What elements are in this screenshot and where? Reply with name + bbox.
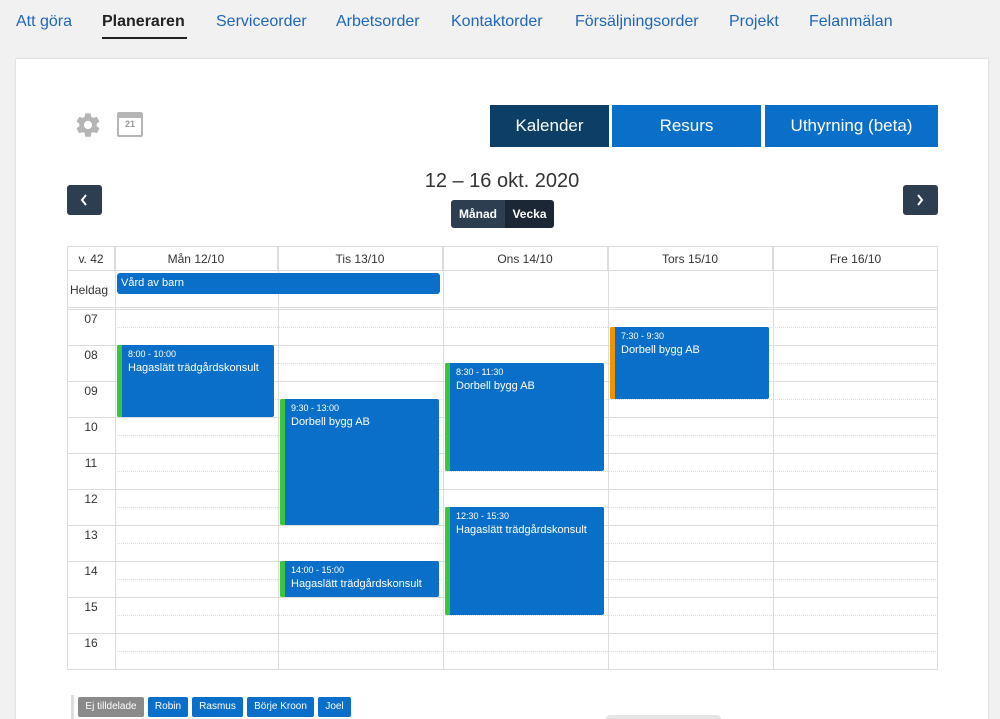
resource-ej-tilldelade[interactable]: Ej tilldelade <box>78 697 144 717</box>
event-title: Dorbell bygg AB <box>621 344 700 356</box>
allday-event[interactable]: Vård av barn <box>117 273 440 294</box>
calendar-event[interactable]: 8:30 - 11:30 Dorbell bygg AB <box>445 363 604 471</box>
top-nav: Att göra Planeraren Serviceorder Arbetso… <box>0 0 1000 48</box>
allday-label: Heldag <box>70 283 109 297</box>
calendar-event[interactable]: 9:30 - 13:00 Dorbell bygg AB <box>280 399 439 525</box>
resource-joel[interactable]: Joel <box>318 697 351 717</box>
event-time: 7:30 - 9:30 <box>621 331 665 341</box>
mode-month-button[interactable]: Månad <box>451 200 505 228</box>
grid-vline <box>115 247 116 670</box>
nav-forsaljningsorder[interactable]: Försäljningsorder <box>575 13 699 31</box>
day-header-tue: Tis 13/10 <box>278 247 443 271</box>
day-header-thu: Tors 15/10 <box>608 247 773 271</box>
resource-bar <box>71 695 74 719</box>
resource-borje-kroon[interactable]: Börje Kroon <box>247 697 314 717</box>
nav-serviceorder[interactable]: Serviceorder <box>216 13 307 31</box>
next-week-button[interactable] <box>903 185 938 215</box>
calendar-event[interactable]: 12:30 - 15:30 Hagaslätt trädgårdskonsult <box>445 507 604 615</box>
week-calendar: v. 42 Mån 12/10 Tis 13/10 Ons 14/10 Tors… <box>67 246 938 670</box>
prev-week-button[interactable] <box>67 185 102 215</box>
nav-arbetsorder[interactable]: Arbetsorder <box>336 13 420 31</box>
grid-vline <box>773 247 774 670</box>
nav-planeraren[interactable]: Planeraren <box>102 13 185 31</box>
day-header-wed: Ons 14/10 <box>443 247 608 271</box>
active-nav-underline <box>102 37 187 39</box>
event-title: Hagaslätt trädgårdskonsult <box>128 362 259 374</box>
day-header-fri: Fre 16/10 <box>773 247 938 271</box>
event-time: 14:00 - 15:00 <box>291 565 345 575</box>
calendar-icon[interactable]: 21 <box>117 112 143 137</box>
event-title: Hagaslätt trädgårdskonsult <box>291 578 422 590</box>
event-status-stripe <box>445 363 450 471</box>
grid-vline <box>608 247 609 670</box>
event-time: 8:00 - 10:00 <box>128 349 177 359</box>
event-title: Hagaslätt trädgårdskonsult <box>456 524 587 536</box>
hour-label: 08 <box>84 348 98 362</box>
event-time: 9:30 - 13:00 <box>291 403 340 413</box>
hour-label: 15 <box>84 600 98 614</box>
hour-line <box>68 633 938 634</box>
hour-label: 09 <box>84 384 98 398</box>
chevron-left-icon <box>80 194 87 206</box>
half-hour-line <box>115 651 938 652</box>
hour-label: 16 <box>84 636 98 650</box>
nav-kontaktorder[interactable]: Kontaktorder <box>451 13 543 31</box>
calendar-event[interactable]: 8:00 - 10:00 Hagaslätt trädgårdskonsult <box>117 345 274 417</box>
hour-label: 11 <box>84 456 98 470</box>
hour-label: 10 <box>84 420 98 434</box>
gear-icon[interactable] <box>74 111 102 139</box>
resource-rasmus[interactable]: Rasmus <box>192 697 243 717</box>
allday-divider <box>68 307 938 308</box>
bottom-tab-handle[interactable] <box>606 715 721 719</box>
day-header-mon: Mån 12/10 <box>115 247 278 271</box>
half-hour-line <box>115 471 938 472</box>
nav-att-gora[interactable]: Att göra <box>16 13 72 31</box>
event-title: Dorbell bygg AB <box>456 380 535 392</box>
event-status-stripe <box>610 327 615 399</box>
hour-label: 12 <box>84 492 98 506</box>
event-status-stripe <box>117 345 122 417</box>
calendar-event[interactable]: 7:30 - 9:30 Dorbell bygg AB <box>610 327 769 399</box>
calendar-event[interactable]: 14:00 - 15:00 Hagaslätt trädgårdskonsult <box>280 561 439 597</box>
resource-robin[interactable]: Robin <box>148 697 188 717</box>
allday-divider <box>68 309 938 310</box>
chevron-right-icon <box>917 194 924 206</box>
date-range-title: 12 – 16 okt. 2020 <box>424 170 580 192</box>
view-kalender-button[interactable]: Kalender <box>490 105 609 147</box>
event-status-stripe <box>280 399 285 525</box>
hour-label: 07 <box>84 312 98 326</box>
grid-vline <box>443 247 444 670</box>
hour-label: 13 <box>84 528 98 542</box>
event-time: 8:30 - 11:30 <box>456 367 504 377</box>
view-uthyrning-button[interactable]: Uthyrning (beta) <box>765 105 938 147</box>
event-status-stripe <box>445 507 450 615</box>
nav-projekt[interactable]: Projekt <box>729 13 779 31</box>
nav-felanmalan[interactable]: Felanmälan <box>809 13 893 31</box>
event-time: 12:30 - 15:30 <box>456 511 510 521</box>
view-resurs-button[interactable]: Resurs <box>612 105 761 147</box>
hour-label: 14 <box>84 564 98 578</box>
event-title: Dorbell bygg AB <box>291 416 370 428</box>
half-hour-line <box>115 327 938 328</box>
mode-week-button[interactable]: Vecka <box>505 200 554 228</box>
grid-vline <box>278 247 279 670</box>
hour-line <box>68 489 938 490</box>
week-number: v. 42 <box>68 247 115 271</box>
event-status-stripe <box>280 561 285 597</box>
half-hour-line <box>115 615 938 616</box>
